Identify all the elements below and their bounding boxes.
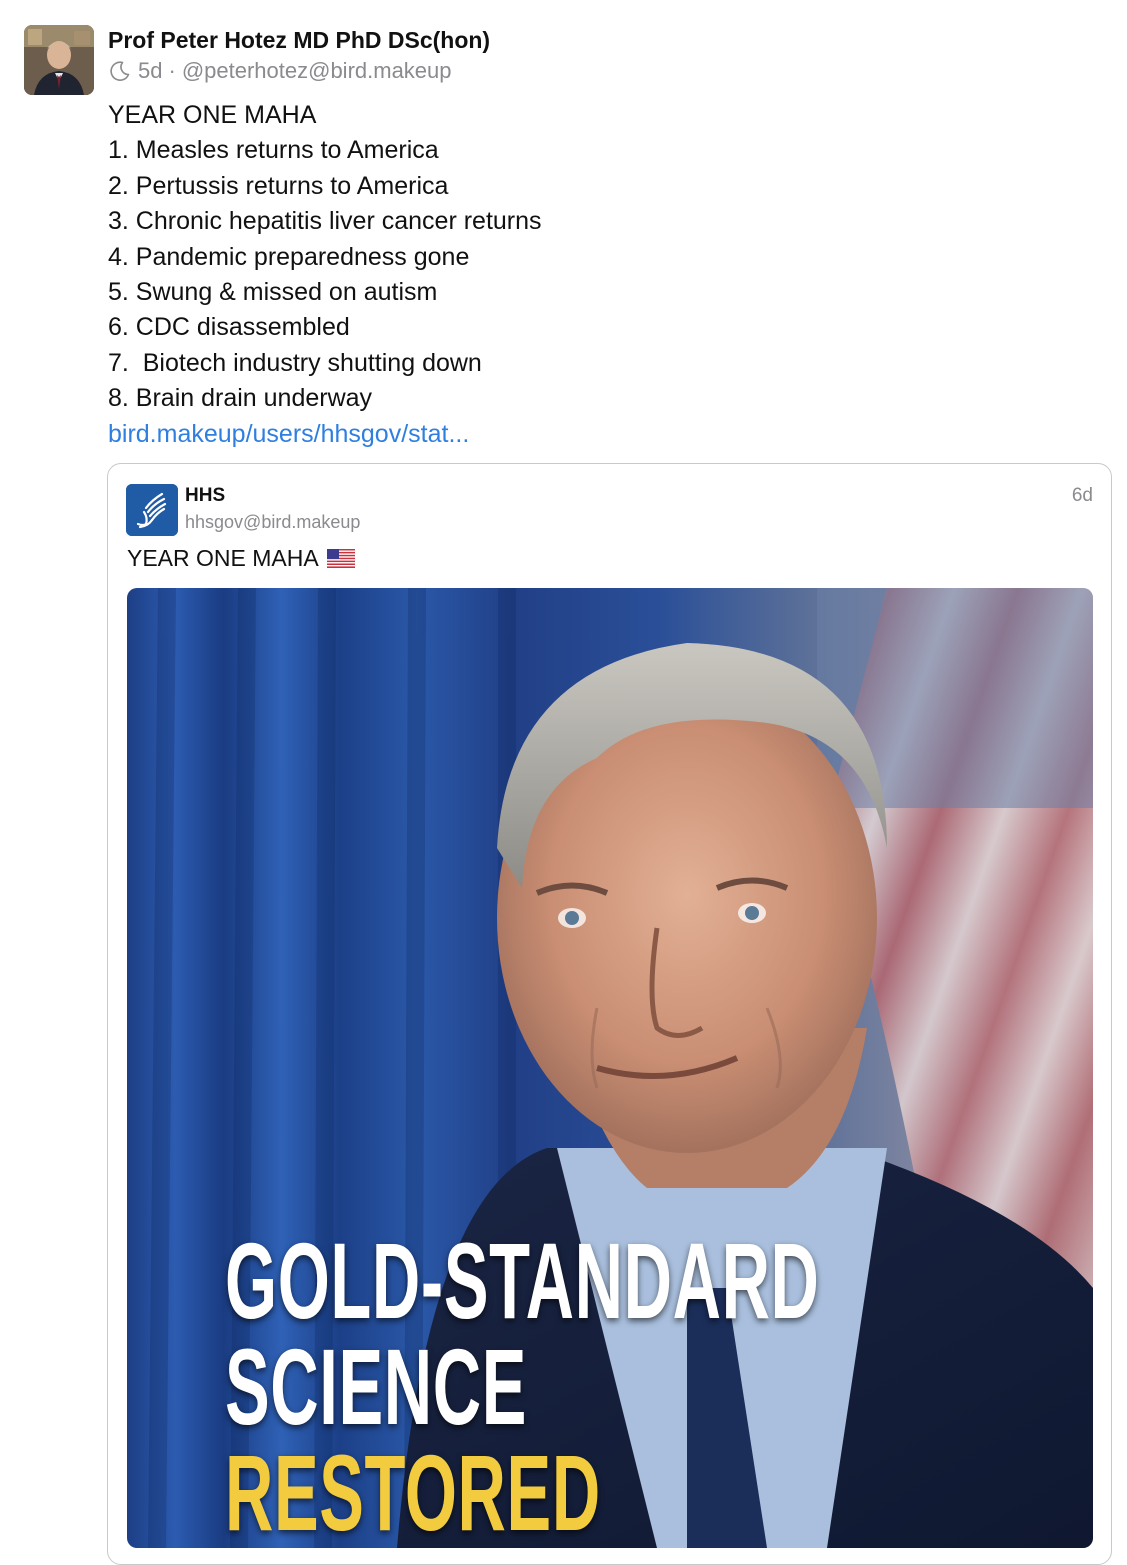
post-line: 2. Pertussis returns to America bbox=[108, 171, 449, 200]
quoted-post-link[interactable]: bird.makeup/users/hhsgov/stat... bbox=[108, 417, 1008, 452]
quoted-post-age: 6d bbox=[1071, 485, 1093, 506]
quoted-author-handle[interactable]: hhsgov@bird.makeup bbox=[185, 512, 360, 533]
headline-line-2: SCIENCE bbox=[225, 1326, 527, 1447]
quoted-text-label: YEAR ONE MAHA bbox=[127, 545, 319, 571]
quoted-post-text: YEAR ONE MAHA bbox=[127, 545, 355, 572]
post-line: 4. Pandemic preparedness gone bbox=[108, 242, 470, 271]
moon-icon bbox=[110, 61, 130, 81]
headline-line-1: GOLD-STANDARD bbox=[225, 1220, 820, 1341]
us-flag-icon bbox=[326, 549, 355, 568]
quoted-post-card[interactable]: HHS hhsgov@bird.makeup 6d YEAR ONE MAHA bbox=[107, 463, 1112, 1565]
post-body: YEAR ONE MAHA 1. Measles returns to Amer… bbox=[108, 98, 1008, 452]
post-line: 1. Measles returns to America bbox=[108, 136, 439, 165]
post-age: 5d bbox=[138, 58, 163, 83]
post-line: 5. Swung & missed on autism bbox=[108, 278, 438, 307]
hhs-eagle-logo-icon[interactable] bbox=[126, 484, 178, 536]
post-line: YEAR ONE MAHA bbox=[108, 101, 317, 129]
post-meta: 5d · @peterhotez@bird.makeup bbox=[108, 58, 452, 84]
post-line: 8. Brain drain underway bbox=[108, 384, 373, 413]
post-line: 3. Chronic hepatitis liver cancer return… bbox=[108, 207, 542, 236]
headline-line-3: RESTORED bbox=[225, 1432, 601, 1548]
post-line: 7. Biotech industry shutting down bbox=[108, 348, 482, 377]
author-name[interactable]: Prof Peter Hotez MD PhD DSc(hon) bbox=[108, 27, 490, 54]
post-line: 6. CDC disassembled bbox=[108, 313, 350, 342]
image-headline: GOLD-STANDARD SCIENCE RESTORED bbox=[225, 1220, 1093, 1548]
author-handle[interactable]: @peterhotez@bird.makeup bbox=[182, 58, 452, 84]
meta-separator: · bbox=[168, 58, 176, 83]
author-avatar[interactable] bbox=[24, 25, 94, 95]
quoted-post-image[interactable]: GOLD-STANDARD SCIENCE RESTORED bbox=[127, 588, 1093, 1548]
quoted-author-name[interactable]: HHS bbox=[185, 485, 225, 507]
